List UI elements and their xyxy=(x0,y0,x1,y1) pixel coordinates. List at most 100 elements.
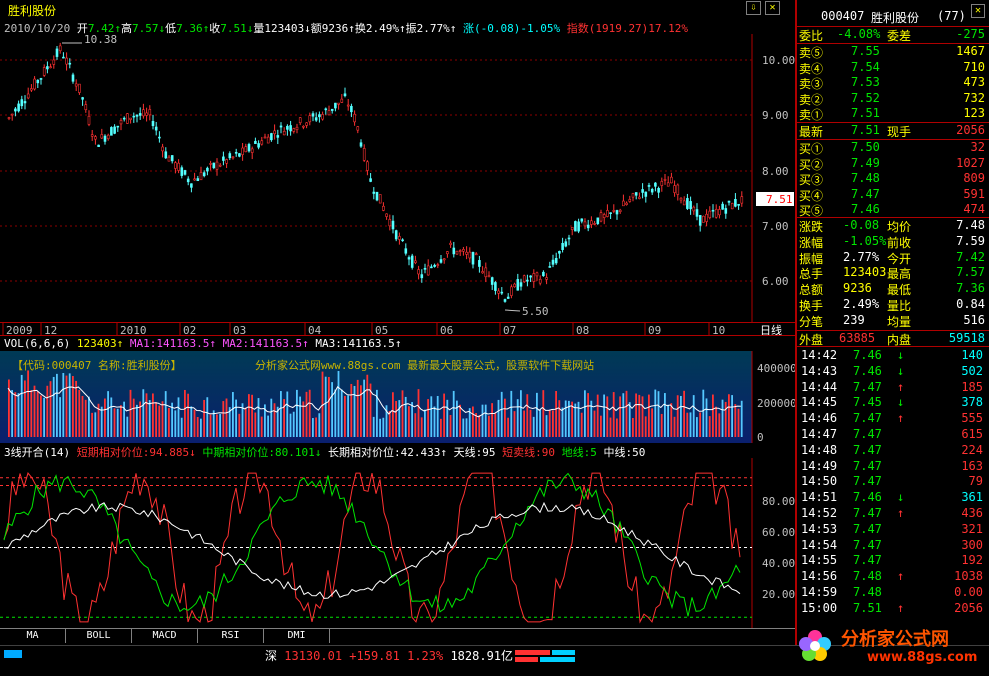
volume-bar xyxy=(299,396,301,437)
tick-volume: 361 xyxy=(961,490,983,505)
candle-body xyxy=(545,277,548,280)
tab-ma[interactable]: MA xyxy=(0,629,66,643)
volume-bar xyxy=(289,413,292,437)
candle-body xyxy=(52,59,56,65)
candle-body xyxy=(698,215,702,226)
candle-body xyxy=(129,117,132,120)
candle-body xyxy=(122,117,126,120)
tab-macd[interactable]: MACD xyxy=(132,629,198,643)
date-label: 12 xyxy=(44,324,57,336)
volume-bar xyxy=(728,394,730,437)
date-label: 02 xyxy=(183,324,196,336)
indicator-tabs: MA BOLL MACD RSI DMI xyxy=(0,628,795,643)
low-marker: 5.50 xyxy=(522,305,549,318)
stat-value: 7.48 xyxy=(956,218,985,232)
stat-row: 涨幅 -1.05% 前收 7.59 xyxy=(799,233,985,250)
volume-bar xyxy=(142,389,145,437)
candle-body xyxy=(580,218,584,222)
panel-close-icon[interactable]: ✕ xyxy=(971,4,985,18)
volume-bar xyxy=(696,417,698,437)
candle-body xyxy=(359,142,363,147)
candle-body xyxy=(138,113,142,116)
volume-bar xyxy=(516,399,519,437)
tab-boll[interactable]: BOLL xyxy=(66,629,132,643)
volume-bar xyxy=(68,373,71,437)
candle-body xyxy=(167,156,171,162)
candle-body xyxy=(234,152,238,154)
volume-bar xyxy=(689,412,692,437)
candle-body xyxy=(631,193,635,198)
volume-bar xyxy=(430,396,433,437)
volume-bar xyxy=(724,401,727,437)
tick-price: 7.47 xyxy=(853,379,882,394)
volume-bar xyxy=(312,418,314,437)
tick-direction: ↓ xyxy=(897,490,905,505)
candle-body xyxy=(394,230,398,240)
tab-rsi[interactable]: RSI xyxy=(198,629,264,643)
tick-price: 7.48 xyxy=(853,569,882,584)
period-label[interactable]: 日线 xyxy=(760,323,782,336)
volume-bar xyxy=(433,406,436,437)
candlestick-chart[interactable]: 10.00 9.00 8.00 7.00 6.00 10.38 5.50 7.51 xyxy=(0,34,795,322)
candle-body xyxy=(81,97,84,100)
ask-row: 卖⑤ 7.55 1467 xyxy=(799,44,985,60)
tick-price: 7.45 xyxy=(853,395,882,410)
tab-dmi[interactable]: DMI xyxy=(264,629,330,643)
candle-body xyxy=(71,74,75,82)
candle-body xyxy=(529,275,532,278)
candle-body xyxy=(362,148,366,161)
candle-body xyxy=(334,102,337,109)
candle-body xyxy=(452,247,456,255)
candle-body xyxy=(17,103,20,112)
candle-body xyxy=(634,192,638,196)
candle-body xyxy=(398,236,401,240)
volume-bar xyxy=(417,389,420,437)
volume-bar xyxy=(420,417,423,437)
volume-bar xyxy=(216,414,218,437)
volume-chart[interactable]: 【代码:000407 名称:胜利股份】 分析家公式网www.88gs.com 最… xyxy=(0,351,795,443)
volume-bar xyxy=(699,412,701,437)
stat-value: 9236 xyxy=(843,281,872,296)
candle-body xyxy=(596,217,600,224)
candle-body xyxy=(286,125,289,130)
candle-body xyxy=(407,257,411,260)
candle-body xyxy=(734,198,737,207)
volume-bar xyxy=(168,407,170,437)
candle-body xyxy=(126,113,129,124)
candle-body xyxy=(401,239,404,242)
outer-volume: 63885 xyxy=(839,331,876,345)
candle-body xyxy=(324,108,328,111)
volume-bar xyxy=(14,392,17,437)
stat-value: -1.05% xyxy=(843,233,887,248)
bid-volume: 809 xyxy=(963,171,985,186)
tick-price: 7.47 xyxy=(853,553,882,568)
volume-bar xyxy=(670,403,673,437)
tick-volume: 1038 xyxy=(954,569,983,584)
tick-volume: 2056 xyxy=(954,600,983,615)
indicator-chart[interactable]: 80.00 60.00 40.00 20.00 xyxy=(0,458,795,628)
candle-body xyxy=(330,108,334,111)
bid-label: 买③ xyxy=(799,173,824,188)
volume-tick: 400000 xyxy=(757,362,795,375)
volume-bar xyxy=(638,394,641,437)
candle-body xyxy=(94,136,97,140)
pin-icon[interactable]: ⇩ xyxy=(746,1,761,15)
inner-outer: 外盘 63885 内盘 59518 xyxy=(799,331,985,347)
candle-body xyxy=(142,109,145,117)
tick-price: 7.47 xyxy=(853,537,882,552)
candle-body xyxy=(68,62,72,65)
volume-bar xyxy=(603,394,605,437)
candle-body xyxy=(199,172,203,181)
volume-bar xyxy=(36,391,39,437)
volume-bar xyxy=(651,408,653,437)
volume-tick: 200000 xyxy=(757,397,795,410)
ask-label: 卖② xyxy=(799,92,824,107)
candle-body xyxy=(321,114,324,120)
ask-price: 7.51 xyxy=(851,106,880,121)
volume-bar xyxy=(424,409,426,437)
candle-body xyxy=(196,178,200,182)
volume-bar xyxy=(145,393,148,437)
close-icon[interactable]: ✕ xyxy=(765,1,780,15)
candle-body xyxy=(666,182,670,187)
tick-time: 14:48 xyxy=(801,442,838,457)
